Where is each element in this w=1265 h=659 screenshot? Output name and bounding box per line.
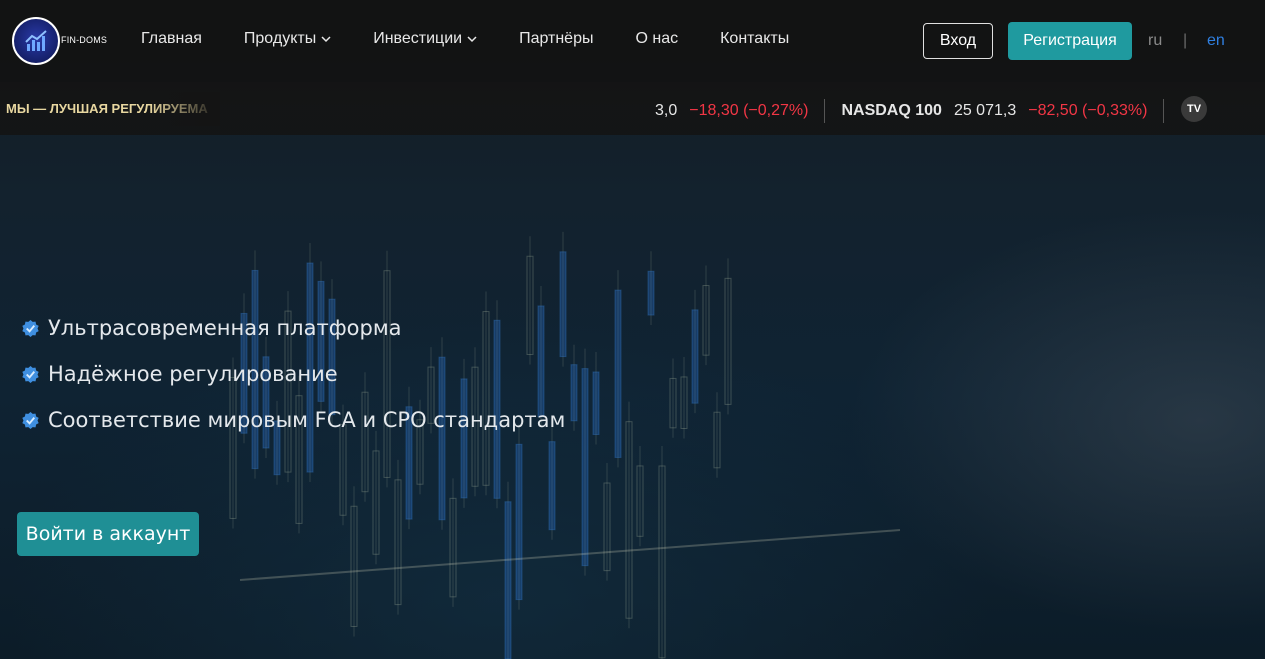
lang-en-link[interactable]: en xyxy=(1207,32,1225,50)
bg-trend-line xyxy=(239,529,901,581)
feature-text: Надёжное регулирование xyxy=(48,362,338,386)
marquee-fade xyxy=(150,92,220,126)
ticker-bar: МЫ — ЛУЧШАЯ РЕГУЛИРУЕМА 3,0 −18,30 (−0,2… xyxy=(0,82,1265,135)
bg-candle-body xyxy=(592,371,600,435)
quote-value: 3,0 xyxy=(655,102,678,119)
brand-logo[interactable] xyxy=(12,17,60,65)
verified-check-icon xyxy=(22,411,39,429)
lang-ru-link[interactable]: ru xyxy=(1148,32,1162,50)
header: FIN-DOMS Главная Продукты Инвестиции Пар… xyxy=(0,0,1265,82)
bg-candle-body xyxy=(504,501,512,659)
bg-candle-body xyxy=(515,443,523,601)
feature-text: Соответствие мировым FCA и CPO стандарта… xyxy=(48,408,566,432)
ticker-quotes: 3,0 −18,30 (−0,27%) NASDAQ 100 25 071,3 … xyxy=(655,99,1180,123)
feature-item: Ультрасовременная платформа xyxy=(21,305,565,351)
nav-item-about[interactable]: О нас xyxy=(635,30,678,48)
verified-check-icon xyxy=(22,319,39,337)
lang-separator: | xyxy=(1183,32,1188,49)
nav-label: Контакты xyxy=(720,30,790,47)
chevron-down-icon xyxy=(467,35,477,42)
feature-item: Соответствие мировым FCA и CPO стандарта… xyxy=(21,397,565,443)
quote-divider xyxy=(824,99,826,123)
growth-chart-icon xyxy=(25,30,47,51)
bg-candle-body xyxy=(581,368,589,567)
quote-divider xyxy=(1163,99,1165,123)
nav-label: Главная xyxy=(141,30,202,47)
main-nav: Главная Продукты Инвестиции Партнёры О н… xyxy=(141,30,831,48)
bg-candle-body xyxy=(614,289,622,458)
tradingview-logo-icon[interactable]: TV xyxy=(1181,96,1207,122)
quote-change: −18,30 (−0,27%) xyxy=(689,102,809,119)
nav-label: Инвестиции xyxy=(373,30,463,47)
brand-name: FIN-DOMS xyxy=(61,35,108,45)
nav-label: О нас xyxy=(635,30,679,47)
bg-candle-body xyxy=(548,441,556,531)
quote-change: −82,50 (−0,33%) xyxy=(1028,102,1148,119)
login-account-button[interactable]: Войти в аккаунт xyxy=(17,512,199,556)
feature-item: Надёжное регулирование xyxy=(21,351,565,397)
nav-label: Партнёры xyxy=(519,30,594,47)
quote-name[interactable]: NASDAQ 100 xyxy=(841,102,941,120)
nav-item-products[interactable]: Продукты xyxy=(244,30,331,48)
nav-label: Продукты xyxy=(243,30,317,47)
chevron-down-icon xyxy=(321,35,331,42)
nav-item-contacts[interactable]: Контакты xyxy=(720,30,789,48)
feature-list: Ультрасовременная платформа Надёжное рег… xyxy=(21,305,565,443)
login-button[interactable]: Вход xyxy=(923,23,993,59)
bg-candle-body xyxy=(647,270,655,316)
quote-value: 25 071,3 xyxy=(953,102,1017,119)
register-button[interactable]: Регистрация xyxy=(1008,22,1132,60)
bg-candle-body xyxy=(691,309,699,404)
nav-item-partners[interactable]: Партнёры xyxy=(519,30,593,48)
feature-text: Ультрасовременная платформа xyxy=(48,316,402,340)
nav-item-home[interactable]: Главная xyxy=(141,30,202,48)
verified-check-icon xyxy=(22,365,39,383)
bg-candle-body xyxy=(570,364,578,422)
nav-item-investments[interactable]: Инвестиции xyxy=(373,30,477,48)
